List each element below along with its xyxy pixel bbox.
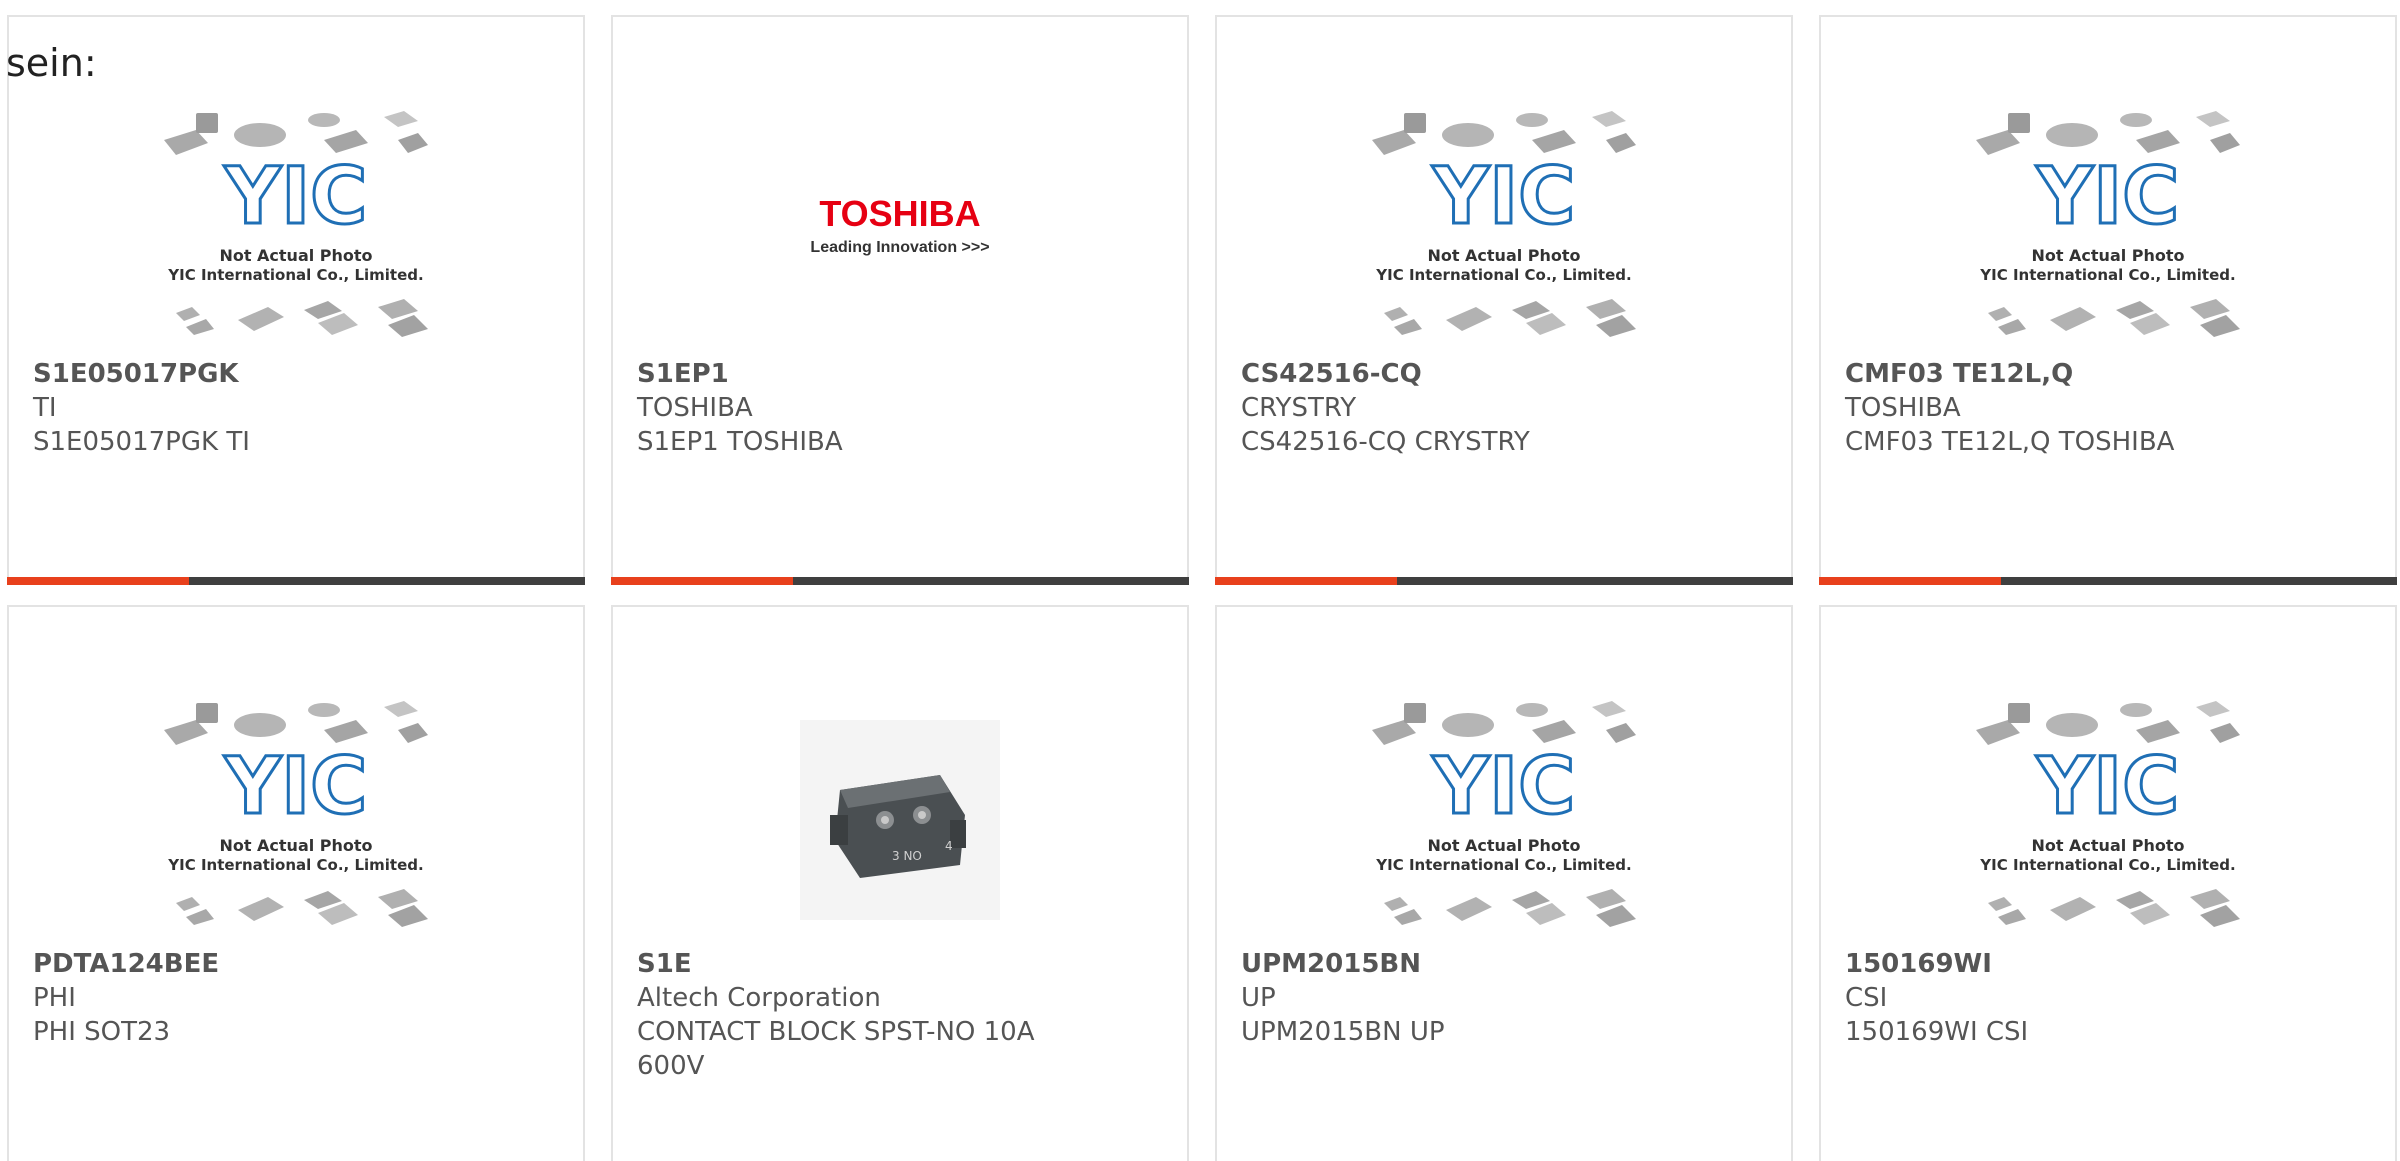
- product-info: CMF03 TE12L,Q TOSHIBA CMF03 TE12L,Q TOSH…: [1845, 357, 2375, 459]
- product-info: S1E05017PGK TI S1E05017PGK TI: [33, 357, 563, 459]
- product-card[interactable]: YIC Not Actual Photo YIC International C…: [1819, 605, 2397, 1161]
- yic-logo: YIC: [2036, 742, 2180, 832]
- product-grid-page: sein: YIC Not Actual Photo YIC Internati…: [0, 0, 2400, 1161]
- yic-logo: YIC: [2036, 152, 2180, 242]
- part-number-link[interactable]: CMF03 TE12L,Q: [1845, 357, 2375, 391]
- svg-text:Not Actual Photo: Not Actual Photo: [1427, 836, 1580, 855]
- card-accent-bar: [7, 577, 585, 585]
- product-card[interactable]: YIC Not Actual Photo YIC International C…: [7, 15, 585, 585]
- yic-placeholder-image: YIC Not Actual Photo YIC International C…: [164, 110, 428, 337]
- toshiba-logo-image: TOSHIBA Leading Innovation >>>: [810, 193, 989, 256]
- part-number-link[interactable]: PDTA124BEE: [33, 947, 563, 981]
- product-card[interactable]: TOSHIBA Leading Innovation >>> S1EP1 TOS…: [611, 15, 1189, 585]
- product-info: CS42516-CQ CRYSTRY CS42516-CQ CRYSTRY: [1241, 357, 1771, 459]
- product-description: CMF03 TE12L,Q TOSHIBA: [1845, 427, 2175, 457]
- svg-text:YIC International Co., Limited: YIC International Co., Limited.: [167, 266, 423, 284]
- manufacturer: TOSHIBA: [637, 393, 753, 423]
- part-number-link[interactable]: 150169WI: [1845, 947, 2375, 981]
- card-accent-bar: [611, 577, 1189, 585]
- manufacturer: TI: [33, 393, 57, 423]
- manufacturer: CSI: [1845, 983, 1888, 1013]
- svg-text:Not Actual Photo: Not Actual Photo: [2031, 836, 2184, 855]
- product-image[interactable]: YIC Not Actual Photo YIC International C…: [1821, 687, 2395, 952]
- card-accent-bar: [1819, 577, 2397, 585]
- yic-placeholder-image: YIC Not Actual Photo YIC International C…: [164, 700, 428, 927]
- product-info: 150169WI CSI 150169WI CSI: [1845, 947, 2375, 1049]
- product-card[interactable]: YIC Not Actual Photo YIC International C…: [1215, 15, 1793, 585]
- product-image[interactable]: YIC Not Actual Photo YIC International C…: [9, 687, 583, 952]
- product-card[interactable]: 3 NO 4 S1E Altech Corporation CONTACT BL…: [611, 605, 1189, 1161]
- svg-text:YIC International Co., Limited: YIC International Co., Limited.: [1375, 266, 1631, 284]
- product-description: 150169WI CSI: [1845, 1017, 2029, 1047]
- contact-block-photo: 3 NO 4: [800, 719, 1000, 920]
- yic-placeholder-image: YIC Not Actual Photo YIC International C…: [1976, 110, 2240, 337]
- svg-text:Not Actual Photo: Not Actual Photo: [2031, 246, 2184, 265]
- product-description: CONTACT BLOCK SPST-NO 10A 600V: [637, 1017, 1035, 1081]
- manufacturer: PHI: [33, 983, 76, 1013]
- product-image[interactable]: YIC Not Actual Photo YIC International C…: [1217, 97, 1791, 362]
- product-info: S1EP1 TOSHIBA S1EP1 TOSHIBA: [637, 357, 1167, 459]
- part-number-link[interactable]: CS42516-CQ: [1241, 357, 1771, 391]
- svg-text:YIC International Co., Limited: YIC International Co., Limited.: [1979, 266, 2235, 284]
- manufacturer: CRYSTRY: [1241, 393, 1357, 423]
- yic-logo: YIC: [224, 152, 368, 242]
- svg-text:YIC International Co., Limited: YIC International Co., Limited.: [167, 856, 423, 874]
- svg-text:YIC International Co., Limited: YIC International Co., Limited.: [1375, 856, 1631, 874]
- yic-logo: YIC: [224, 742, 368, 832]
- yic-logo: YIC: [1432, 742, 1576, 832]
- manufacturer: Altech Corporation: [637, 983, 881, 1013]
- part-number-link[interactable]: S1E05017PGK: [33, 357, 563, 391]
- part-number-link[interactable]: S1EP1: [637, 357, 1167, 391]
- svg-text:YIC International Co., Limited: YIC International Co., Limited.: [1979, 856, 2235, 874]
- part-number-link[interactable]: UPM2015BN: [1241, 947, 1771, 981]
- svg-text:Not Actual Photo: Not Actual Photo: [219, 246, 372, 265]
- product-image[interactable]: 3 NO 4: [613, 687, 1187, 952]
- product-image[interactable]: YIC Not Actual Photo YIC International C…: [1217, 687, 1791, 952]
- product-info: UPM2015BN UP UPM2015BN UP: [1241, 947, 1771, 1049]
- manufacturer: TOSHIBA: [1845, 393, 1961, 423]
- product-image[interactable]: TOSHIBA Leading Innovation >>>: [613, 97, 1187, 362]
- product-info: PDTA124BEE PHI PHI SOT23: [33, 947, 563, 1049]
- yic-placeholder-image: YIC Not Actual Photo YIC International C…: [1372, 700, 1636, 927]
- manufacturer: UP: [1241, 983, 1276, 1013]
- part-number-link[interactable]: S1E: [637, 947, 1167, 981]
- product-card[interactable]: YIC Not Actual Photo YIC International C…: [1819, 15, 2397, 585]
- yic-placeholder-image: YIC Not Actual Photo YIC International C…: [1976, 700, 2240, 927]
- svg-text:Not Actual Photo: Not Actual Photo: [1427, 246, 1580, 265]
- product-image[interactable]: YIC Not Actual Photo YIC International C…: [9, 97, 583, 362]
- product-description: CS42516-CQ CRYSTRY: [1241, 427, 1530, 457]
- yic-placeholder-image: YIC Not Actual Photo YIC International C…: [1372, 110, 1636, 337]
- product-description: PHI SOT23: [33, 1017, 171, 1047]
- product-info: S1E Altech Corporation CONTACT BLOCK SPS…: [637, 947, 1167, 1083]
- product-card[interactable]: YIC Not Actual Photo YIC International C…: [7, 605, 585, 1161]
- yic-logo: YIC: [1432, 152, 1576, 242]
- svg-text:4: 4: [945, 839, 953, 853]
- product-description: S1EP1 TOSHIBA: [637, 427, 843, 457]
- svg-text:Leading Innovation >>>: Leading Innovation >>>: [810, 239, 989, 256]
- svg-text:Not Actual Photo: Not Actual Photo: [219, 836, 372, 855]
- product-description: S1E05017PGK TI: [33, 427, 250, 457]
- card-accent-bar: [1215, 577, 1793, 585]
- svg-text:3 NO: 3 NO: [892, 849, 922, 863]
- intro-text: sein:: [6, 41, 97, 85]
- product-description: UPM2015BN UP: [1241, 1017, 1445, 1047]
- product-image[interactable]: YIC Not Actual Photo YIC International C…: [1821, 97, 2395, 362]
- svg-text:TOSHIBA: TOSHIBA: [819, 193, 980, 234]
- product-card[interactable]: YIC Not Actual Photo YIC International C…: [1215, 605, 1793, 1161]
